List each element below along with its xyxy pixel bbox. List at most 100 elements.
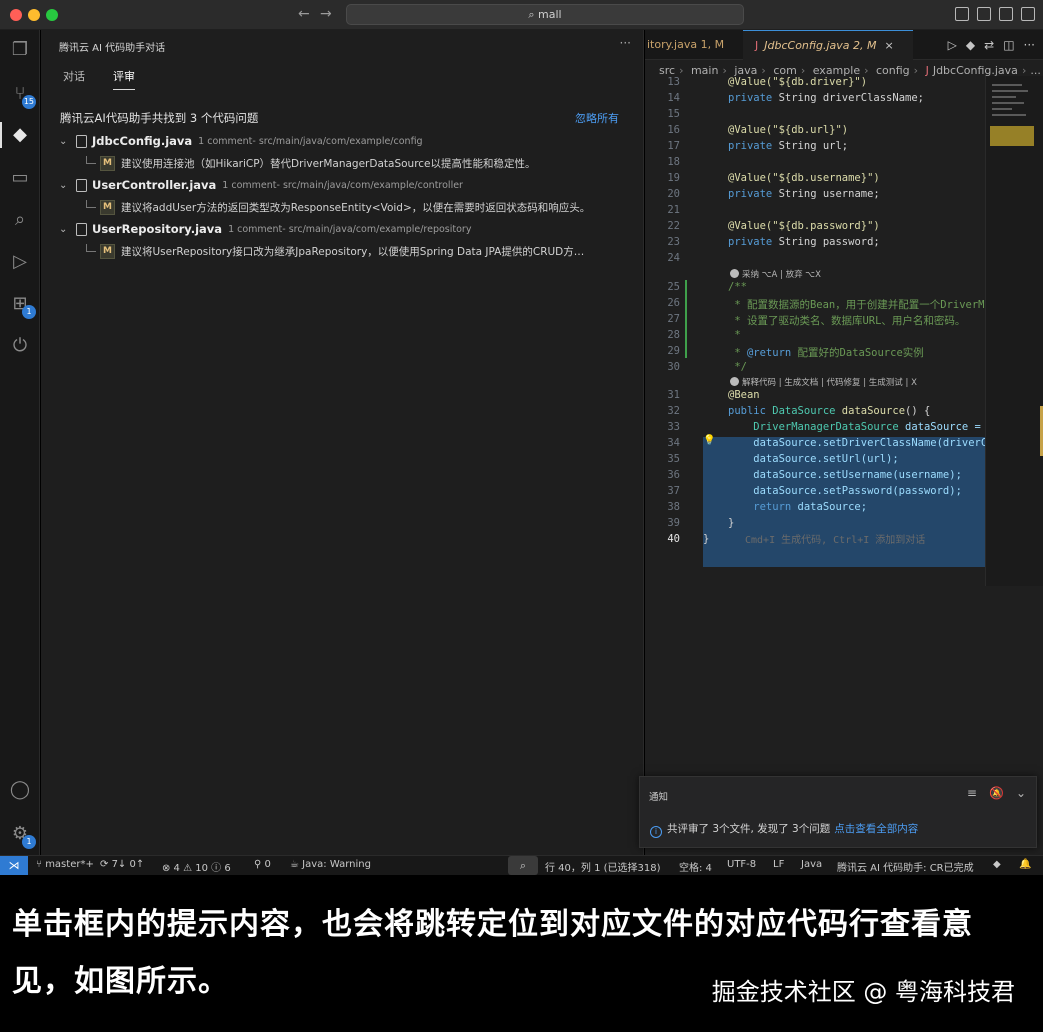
code-line: 35 dataSource.setUrl(url);: [645, 453, 985, 469]
run-icon[interactable]: ▷: [948, 38, 957, 52]
editor-tab-userrepository[interactable]: itory.java 1, M: [645, 30, 724, 60]
customize-layout-icon[interactable]: [1021, 7, 1035, 21]
tencent-ai-assistant-icon[interactable]: ◆: [8, 123, 32, 147]
cursor-position[interactable]: 行 40，列 1 (已选择318): [545, 859, 661, 874]
tab-review[interactable]: 评审: [113, 68, 135, 90]
code-line: 33 DriverManagerDataSource dataSource =: [645, 421, 985, 437]
minimap[interactable]: [985, 76, 1043, 586]
settings-badge: 1: [22, 835, 36, 849]
code-type: DataSource: [765, 405, 842, 417]
ai-hint-icon: [730, 377, 739, 386]
branch-status[interactable]: ⑂ master*+: [36, 859, 94, 870]
search-icon[interactable]: ⌕: [8, 208, 32, 232]
close-tab-icon[interactable]: ×: [885, 39, 894, 52]
encoding-status[interactable]: UTF-8: [727, 859, 756, 870]
code-area[interactable]: 13 @Value("${db.driver}") 14 private Strin…: [645, 76, 985, 586]
eol-status[interactable]: LF: [773, 859, 784, 870]
line-number: 16: [667, 124, 680, 136]
codelens-ai-actions[interactable]: 解释代码 | 生成文档 | 代码修复 | 生成测试 | X: [730, 376, 917, 388]
toggle-secondary-sidebar-icon[interactable]: [999, 7, 1013, 21]
editor-tab-jdbcconfig[interactable]: J JdbcConfig.java 2, M ×: [743, 30, 913, 60]
code-line: 23 private String password;: [645, 236, 985, 252]
lightbulb-icon[interactable]: 💡: [703, 435, 715, 446]
code-line: 25 /**: [645, 281, 985, 297]
window-close-button[interactable]: [10, 9, 22, 21]
split-editor-icon[interactable]: ◫: [1003, 38, 1014, 52]
code-keyword: private: [728, 140, 773, 152]
ai-assistant-icon[interactable]: ◆: [993, 859, 1001, 870]
code-line: 16 @Value("${db.url}"): [645, 124, 985, 140]
line-number: 31: [667, 389, 680, 401]
code-keyword: private: [728, 236, 773, 248]
copilot-icon[interactable]: ⏻: [8, 334, 32, 358]
remote-explorer-icon[interactable]: ▭: [8, 166, 32, 190]
ignore-all-link[interactable]: 忽略所有: [575, 110, 619, 126]
chevron-down-icon: ⌄: [59, 135, 68, 147]
review-file-row[interactable]: ⌄ JdbcConfig.java 1 comment- src/main/ja…: [59, 131, 423, 151]
line-number: 37: [667, 485, 680, 497]
toggle-sidebar-icon[interactable]: [955, 7, 969, 21]
language-mode[interactable]: Java: [801, 859, 822, 870]
remote-indicator-icon[interactable]: ⋊: [0, 856, 28, 875]
account-icon[interactable]: ◯: [8, 778, 32, 802]
editor-tab-bar: itory.java 1, M J JdbcConfig.java 2, M × ▷…: [645, 30, 1043, 60]
code-keyword: private: [728, 188, 773, 200]
problems-status[interactable]: ⊗ 4 ⚠ 10 ⓘ 6: [162, 859, 231, 874]
more-actions-icon[interactable]: ···: [620, 36, 631, 50]
line-number: 34: [667, 437, 680, 449]
ports-status[interactable]: ⚲ 0: [254, 859, 271, 870]
extensions-icon[interactable]: ⊞ 1: [8, 292, 36, 319]
toggle-panel-icon[interactable]: [977, 7, 991, 21]
view-all-link[interactable]: 点击查看全部内容: [834, 823, 918, 835]
tab-chat[interactable]: 对话: [63, 68, 85, 90]
code-text: @Value("${db.url}"): [728, 124, 849, 136]
explorer-icon[interactable]: ❐: [8, 38, 32, 62]
do-not-disturb-icon[interactable]: 🔕: [989, 786, 1004, 800]
compare-icon[interactable]: ⇄: [984, 38, 994, 52]
java-status[interactable]: ☕ Java: Warning: [290, 859, 371, 870]
more-actions-icon[interactable]: ···: [1024, 38, 1035, 52]
review-file-meta: 1 comment- src/main/java/com/example/rep…: [228, 223, 472, 235]
java-status-text: Java: Warning: [302, 859, 371, 870]
title-bar: ← → ⌕ mall: [0, 0, 1043, 30]
ai-assistant-status[interactable]: 腾讯云 AI 代码助手: CR已完成: [837, 859, 974, 874]
indentation-status[interactable]: 空格: 4: [679, 859, 712, 874]
line-number-current: 40: [667, 533, 680, 545]
clear-notifications-icon[interactable]: ≡: [967, 786, 977, 800]
activity-bar: ❐ ⑂ 15 ◆ ▭ ⌕ ▷ ⊞ 1 ⏻ ◯ ⚙ 1: [0, 30, 40, 855]
zoom-search-icon[interactable]: ⌕: [508, 856, 538, 875]
run-debug-icon[interactable]: ▷: [8, 250, 32, 274]
notifications-bell-icon[interactable]: 🔔: [1019, 859, 1031, 870]
settings-gear-icon[interactable]: ⚙ 1: [8, 822, 36, 849]
code-text: @Bean: [728, 389, 760, 401]
line-number: 18: [667, 156, 680, 168]
code-line: 13 @Value("${db.driver}"): [645, 76, 985, 92]
ai-action-icon[interactable]: ◆: [966, 38, 975, 52]
review-file-name: JdbcConfig.java: [92, 134, 193, 148]
branch-icon: ⑂: [36, 859, 46, 870]
window-maximize-button[interactable]: [46, 9, 58, 21]
review-comment-row[interactable]: M 建议将UserRepository接口改为继承JpaRepository，以…: [86, 241, 584, 261]
sync-status[interactable]: ⟳ 7↓ 0↑: [100, 859, 144, 870]
chevron-down-icon[interactable]: ⌄: [1016, 786, 1026, 800]
code-variable: dataSource;: [791, 501, 868, 513]
codelens-accept-reject[interactable]: 采纳 ⌥A | 放弃 ⌥X: [730, 268, 821, 280]
source-control-icon[interactable]: ⑂ 15: [8, 82, 36, 109]
review-file-row[interactable]: ⌄ UserController.java 1 comment- src/mai…: [59, 175, 463, 195]
window-minimize-button[interactable]: [28, 9, 40, 21]
review-comment-row[interactable]: M 建议将addUser方法的返回类型改为ResponseEntity<Void…: [86, 197, 590, 217]
line-number: 15: [667, 108, 680, 120]
command-center-search[interactable]: ⌕ mall: [346, 4, 744, 25]
code-keyword: return: [728, 501, 792, 513]
tree-connector: [86, 200, 96, 208]
back-arrow-icon[interactable]: ←: [298, 6, 310, 22]
review-file-row[interactable]: ⌄ UserRepository.java 1 comment- src/mai…: [59, 219, 471, 239]
code-editor: itory.java 1, M J JdbcConfig.java 2, M × ▷…: [645, 30, 1043, 855]
forward-arrow-icon[interactable]: →: [320, 6, 332, 22]
java-file-icon: J: [755, 39, 759, 52]
code-line: 29 * @return 配置好的DataSource实例: [645, 345, 985, 361]
search-icon: ⌕: [528, 8, 539, 21]
code-text: @Value("${db.password}"): [728, 220, 880, 232]
code-line: 28 *: [645, 329, 985, 345]
review-comment-row[interactable]: M 建议使用连接池（如HikariCP）替代DriverManagerDataS…: [86, 153, 536, 173]
